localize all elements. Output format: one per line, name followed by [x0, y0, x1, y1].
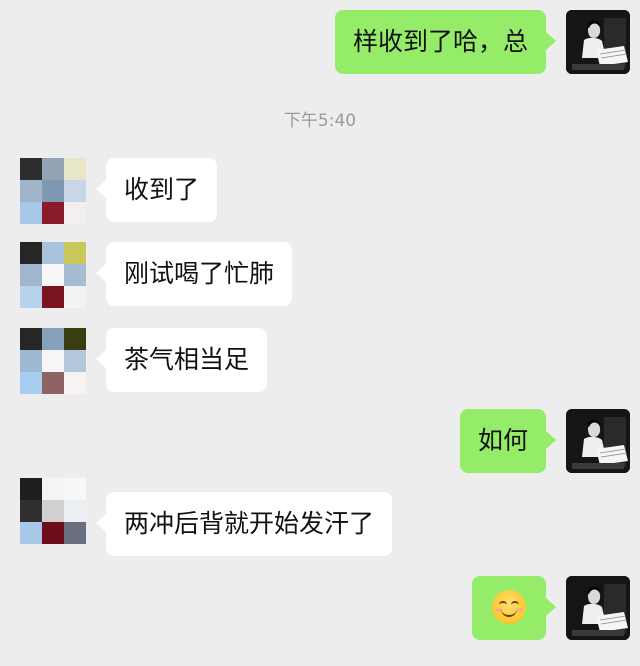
smiling-face-emoji-icon	[492, 590, 526, 624]
message-text: 茶气相当足	[124, 345, 250, 374]
message-timestamp: 下午5:40	[283, 111, 357, 131]
message-text: 两冲后背就开始发汗了	[124, 509, 375, 538]
message-bubble-other[interactable]: 刚试喝了忙肺	[95, 242, 293, 306]
message-bubble-other[interactable]: 收到了	[95, 158, 218, 222]
contact-avatar[interactable]	[20, 242, 86, 308]
message-text: 样收到了哈，总	[352, 27, 528, 56]
avatar-photo	[566, 10, 630, 74]
self-avatar[interactable]	[566, 10, 630, 74]
contact-avatar[interactable]	[20, 478, 86, 544]
contact-avatar[interactable]	[20, 328, 86, 394]
message-text: 如何	[477, 426, 528, 455]
message-bubble-other[interactable]: 两冲后背就开始发汗了	[95, 492, 393, 556]
self-avatar[interactable]	[566, 576, 630, 640]
message-text: 刚试喝了忙肺	[124, 259, 275, 288]
message-bubble-self[interactable]: 如何	[459, 409, 557, 473]
self-avatar[interactable]	[566, 409, 630, 473]
message-bubble-self[interactable]	[472, 576, 556, 640]
avatar-photo	[566, 576, 630, 640]
contact-avatar[interactable]	[20, 158, 86, 224]
avatar-photo	[566, 409, 630, 473]
message-bubble-other[interactable]: 茶气相当足	[95, 328, 268, 392]
message-text: 收到了	[124, 175, 200, 204]
message-bubble-self[interactable]: 样收到了哈，总	[334, 10, 557, 74]
